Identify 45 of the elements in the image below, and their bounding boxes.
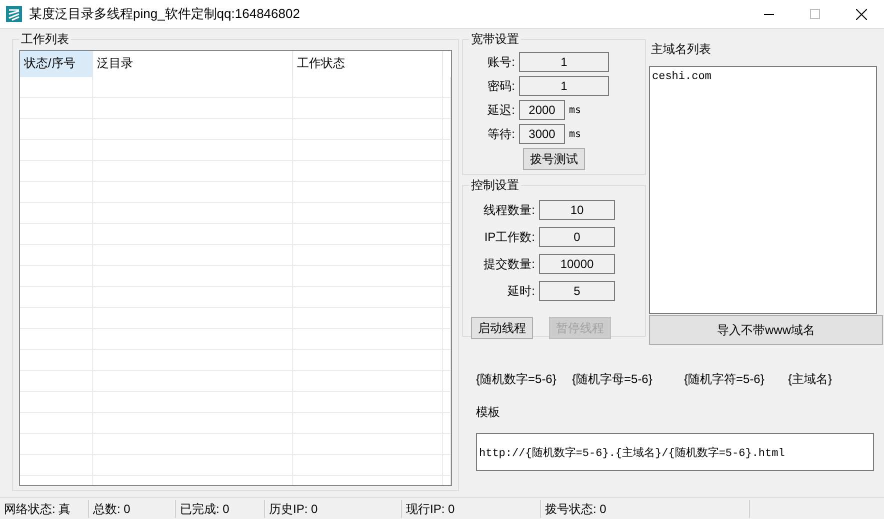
input-field[interactable]: 3000 [519,124,565,144]
status-text: 已完成: 0 [176,500,265,518]
status-text: 现行IP: 0 [402,500,541,518]
placeholder-token: {主域名} [788,371,834,388]
input-field[interactable]: 10000 [539,254,615,274]
window-title: 某度泛目录多线程ping_软件定制qq:164846802 [29,5,301,23]
input-field[interactable]: 2000 [519,100,565,120]
column-header[interactable]: 工作状态 [293,51,443,77]
placeholder-token: {随机数字=5-6} [476,371,558,388]
thread-button[interactable]: 启动线程 [471,317,533,339]
maximize-icon [810,9,820,19]
input-field[interactable]: 10 [539,200,615,220]
group-title: 宽带设置 [470,31,520,48]
field-label: 延时: [506,282,535,300]
field-label: IP工作数: [483,228,535,246]
import-button[interactable]: 导入不带www域名 [649,315,883,345]
column-header[interactable]: 泛目录 [93,51,293,77]
unit-label: ms [569,104,582,116]
field-label: 线程数量: [482,202,535,218]
field-label: 延迟: [486,102,515,118]
status-text: 网络状态: 真 [0,500,89,518]
app-icon [5,5,23,23]
domain-textarea[interactable]: ceshi.com [649,66,877,314]
status-text: 历史IP: 0 [265,500,402,518]
input-field[interactable]: 5 [539,281,615,301]
group-title: 控制设置 [470,177,520,194]
field-label: 密码: [486,78,515,94]
group-title: 工作列表 [20,31,70,48]
close-icon [856,8,866,20]
placeholder-token: {随机字母=5-6} [572,371,654,388]
template-field[interactable]: http://{随机数字=5-6}.{主域名}/{随机数字=5-6}.html [476,433,874,471]
status-text: 拨号状态: 0 [541,500,750,518]
field-label: 等待: [486,126,515,142]
column-header[interactable]: 状态/序号 [20,51,93,77]
input-field[interactable]: 1 [519,76,609,96]
input-field[interactable]: 1 [519,52,609,72]
unit-label: ms [569,128,582,140]
field-label: 提交数量: [482,256,535,272]
list-title: 主域名列表 [650,41,712,58]
dial-test-button[interactable]: 拨号测试 [523,148,585,170]
template-label: 模板 [476,404,500,421]
input-field[interactable]: 0 [539,227,615,247]
placeholder-token: {随机字符=5-6} [684,371,766,388]
field-label: 账号: [486,54,515,70]
status-text: 总数: 0 [89,500,176,518]
